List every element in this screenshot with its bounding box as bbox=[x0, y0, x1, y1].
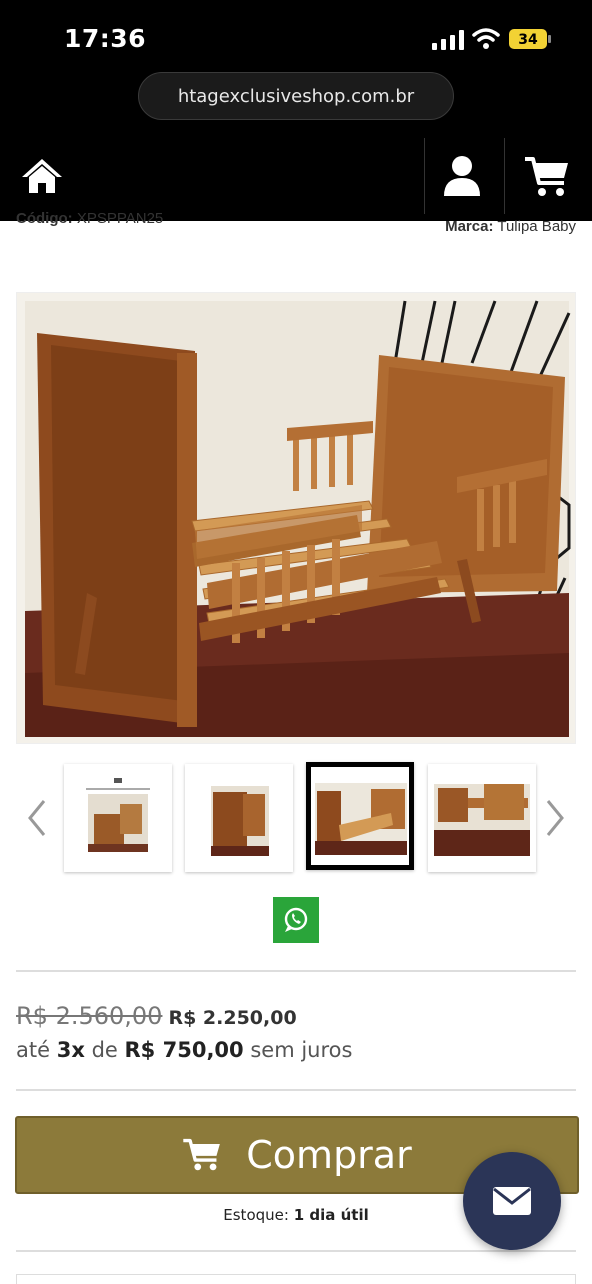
product-brand: Marca: Tulipa Baby bbox=[445, 218, 576, 235]
status-time: 17:36 bbox=[64, 24, 147, 53]
price-line: R$ 2.560,00 R$ 2.250,00 bbox=[16, 1002, 576, 1030]
nav-divider bbox=[424, 138, 425, 214]
toddler-bed-photo bbox=[17, 293, 575, 743]
thumbnail-3[interactable] bbox=[306, 762, 414, 870]
user-icon[interactable] bbox=[442, 154, 482, 198]
thumbnail-strip bbox=[0, 760, 592, 874]
wifi-icon bbox=[472, 28, 500, 49]
thumbnail-2[interactable] bbox=[185, 764, 293, 872]
url-bar[interactable]: htagexclusiveshop.com.br bbox=[138, 72, 454, 120]
nav-divider bbox=[504, 138, 505, 214]
mail-icon bbox=[493, 1187, 531, 1215]
cart-icon[interactable] bbox=[524, 156, 570, 198]
divider bbox=[16, 1250, 576, 1252]
product-main-image[interactable] bbox=[16, 292, 576, 744]
installment-text: até 3x de R$ 750,00 sem juros bbox=[16, 1038, 353, 1062]
home-icon[interactable] bbox=[20, 156, 64, 196]
cart-icon bbox=[183, 1138, 221, 1171]
battery-icon: 34 bbox=[509, 29, 551, 49]
status-bar: 17:36 34 bbox=[0, 0, 592, 72]
current-price: R$ 2.250,00 bbox=[168, 1007, 297, 1029]
chevron-left-icon[interactable] bbox=[26, 798, 48, 838]
signal-icon bbox=[432, 30, 464, 50]
battery-level: 34 bbox=[518, 32, 538, 48]
thumbnail-4[interactable] bbox=[428, 764, 536, 872]
divider bbox=[16, 1089, 576, 1091]
thumbnail-4-image bbox=[428, 764, 536, 872]
browser-url-area: htagexclusiveshop.com.br bbox=[0, 72, 592, 138]
whatsapp-icon bbox=[284, 907, 308, 932]
thumbnail-3-image bbox=[311, 767, 409, 865]
url-text: htagexclusiveshop.com.br bbox=[177, 85, 415, 107]
divider bbox=[16, 970, 576, 972]
old-price: R$ 2.560,00 bbox=[16, 1002, 163, 1030]
product-code: Código: XPSPPAN25 bbox=[16, 210, 164, 227]
product-meta: Código: XPSPPAN25 Marca: Tulipa Baby bbox=[0, 210, 592, 240]
whatsapp-button[interactable] bbox=[273, 897, 319, 943]
chat-button[interactable] bbox=[463, 1152, 561, 1250]
site-navbar bbox=[0, 138, 592, 221]
chevron-right-icon[interactable] bbox=[544, 798, 566, 838]
thumbnail-2-image bbox=[185, 764, 293, 872]
thumbnail-1[interactable] bbox=[64, 764, 172, 872]
price-block: R$ 2.560,00 R$ 2.250,00 até 3x de R$ 750,… bbox=[16, 1002, 576, 1062]
thumbnail-1-image bbox=[64, 764, 172, 872]
buy-button-label: Comprar bbox=[246, 1133, 412, 1177]
next-section-box bbox=[16, 1274, 576, 1284]
